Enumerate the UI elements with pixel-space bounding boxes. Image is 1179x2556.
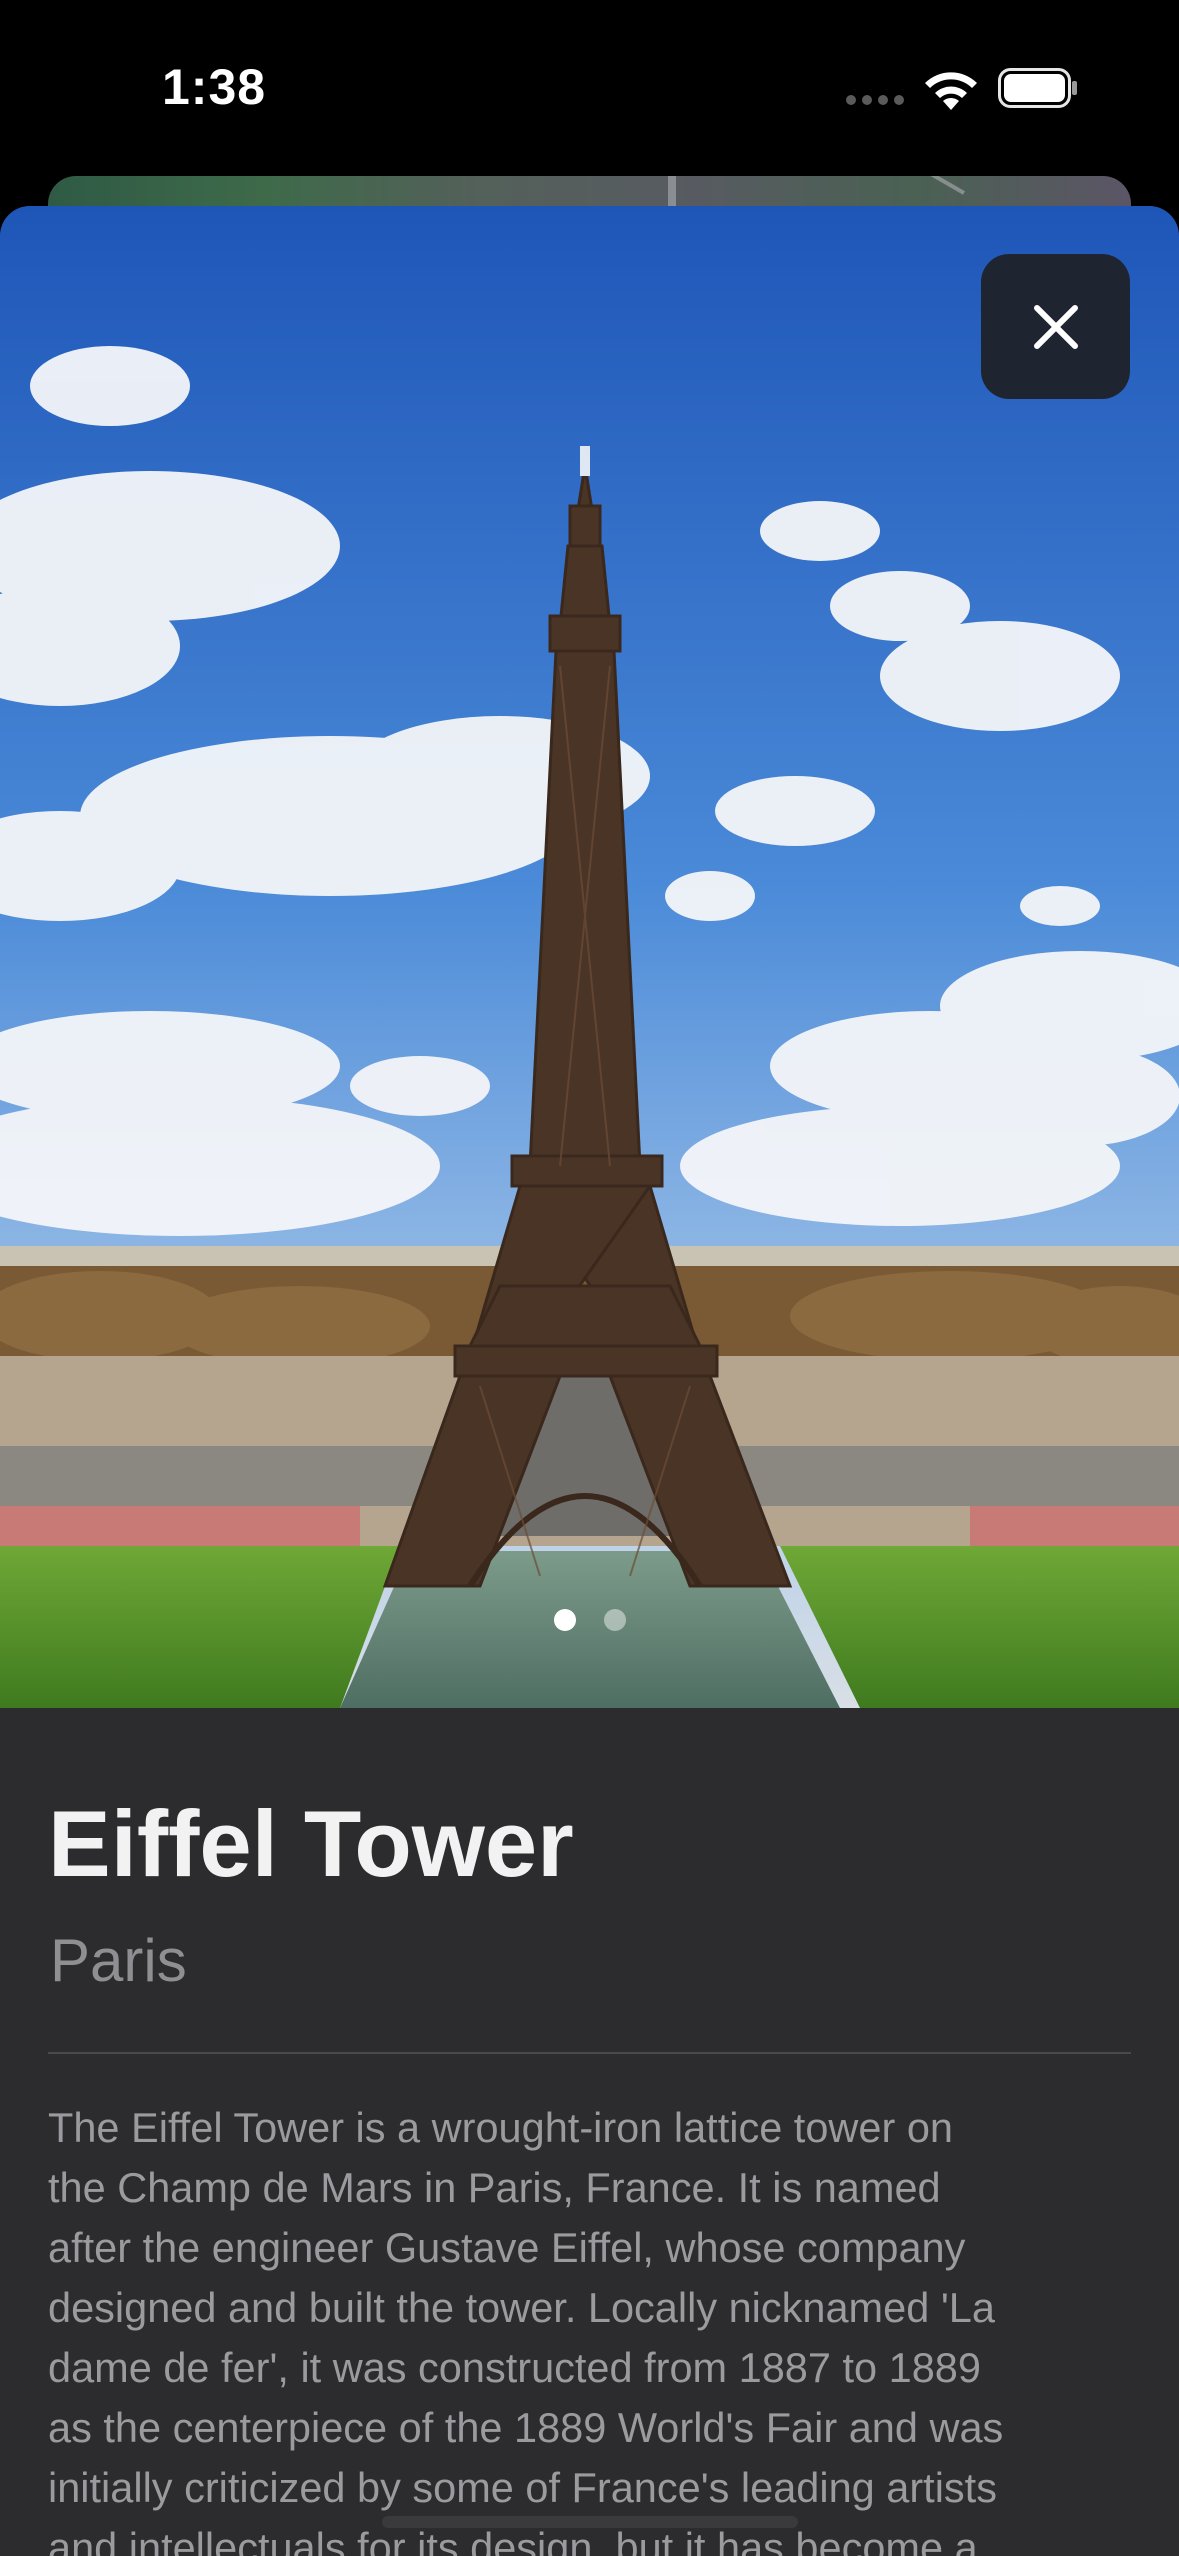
description-line: the Champ de Mars in Paris, France. It i…	[48, 2164, 941, 2211]
close-icon	[1033, 304, 1078, 349]
description-line: as the centerpiece of the 1889 World's F…	[48, 2404, 1004, 2451]
wifi-icon	[925, 72, 977, 110]
battery-icon	[998, 68, 1077, 108]
page-dot-1[interactable]	[553, 1609, 576, 1631]
description-line: designed and built the tower. Locally ni…	[48, 2284, 995, 2331]
page-indicator[interactable]	[0, 1609, 1179, 1636]
description-line: dame de fer', it was constructed from 18…	[48, 2344, 981, 2391]
description-line: after the engineer Gustave Eiffel, whose…	[48, 2224, 966, 2271]
place-info: Eiffel Tower Paris The Eiffel Tower is a…	[0, 1708, 1179, 2556]
description-line: initially criticized by some of France's…	[48, 2464, 997, 2511]
status-time: 1:38	[162, 59, 267, 115]
place-detail-sheet: Eiffel Tower Paris The Eiffel Tower is a…	[0, 206, 1179, 2556]
page-dot-2[interactable]	[603, 1609, 626, 1631]
close-button[interactable]	[981, 254, 1130, 399]
place-city: Paris	[50, 1927, 187, 1994]
place-description: The Eiffel Tower is a wrought-iron latti…	[48, 2098, 1148, 2556]
cellular-signal-icon	[846, 92, 910, 110]
description-line: The Eiffel Tower is a wrought-iron latti…	[48, 2104, 953, 2151]
place-photo-carousel[interactable]	[0, 206, 1179, 1708]
home-indicator[interactable]	[382, 2516, 798, 2528]
status-bar: 1:38	[0, 0, 1179, 175]
eiffel-tower-photo	[0, 206, 1179, 1708]
divider	[48, 2052, 1131, 2054]
place-title: Eiffel Tower	[48, 1791, 574, 1896]
